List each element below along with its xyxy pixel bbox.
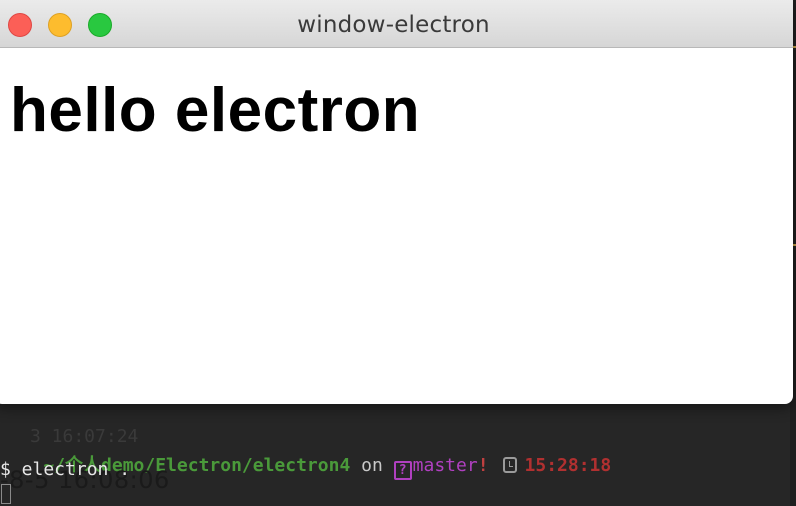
prompt-branch: master bbox=[412, 455, 478, 476]
git-branch-icon: ? bbox=[393, 461, 412, 480]
prompt-on: on bbox=[350, 455, 394, 476]
terminal-cursor[interactable] bbox=[1, 484, 11, 504]
prompt-time: 15:28:18 bbox=[524, 455, 612, 476]
prompt-dirty-marker: ! bbox=[477, 455, 489, 476]
clock-icon bbox=[502, 457, 517, 473]
window-titlebar[interactable]: window-electron bbox=[0, 0, 793, 48]
window-content: hello electron bbox=[0, 48, 793, 146]
electron-window[interactable]: window-electron hello electron bbox=[0, 0, 793, 404]
terminal-command: $ electron . bbox=[0, 459, 131, 480]
window-title: window-electron bbox=[297, 12, 490, 38]
page-heading: hello electron bbox=[10, 76, 421, 145]
